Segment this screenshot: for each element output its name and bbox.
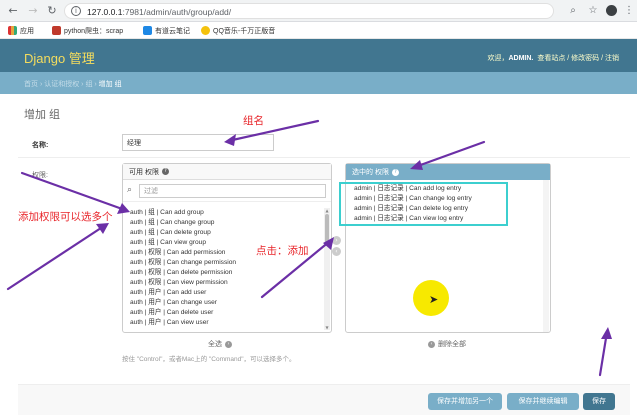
site-brand[interactable]: Django 管理 [24, 48, 95, 67]
forward-icon[interactable]: → [26, 4, 40, 18]
annotation-group-name: 组名 [243, 115, 264, 127]
choose-all-link[interactable]: 全选 › [208, 339, 232, 349]
chosen-header: 选中的 权限 ? [346, 164, 550, 180]
annotation-click-add: 点击：添加 [256, 245, 309, 257]
cursor-icon: ➤ [429, 293, 439, 306]
info-icon[interactable]: i [71, 6, 81, 16]
menu-icon[interactable]: ⋮ [622, 4, 636, 18]
choose-all-label: 全选 [208, 341, 222, 348]
bookmark-favicon-icon [52, 26, 61, 35]
username: ADMIN. [508, 55, 534, 62]
list-item[interactable]: auth | 用户 | Can add user [125, 288, 327, 298]
apps-icon [8, 26, 17, 35]
list-item[interactable]: auth | 用户 | Can view user [125, 318, 327, 328]
filter-row: ⌕ 过滤 [123, 180, 331, 202]
available-title: 可用 权限 [129, 168, 159, 176]
available-options-list[interactable]: auth | 组 | Can add group auth | 组 | Can … [125, 208, 327, 330]
bookmark-favicon-icon [201, 26, 210, 35]
chosen-highlight-box [339, 182, 508, 226]
star-icon[interactable]: ☆ [586, 4, 600, 18]
search-icon: ⌕ [127, 185, 133, 195]
user-tools: 欢迎，ADMIN. 查看站点 / 修改密码 / 注销 [485, 53, 619, 63]
chosen-scrollbar[interactable] [543, 180, 549, 332]
help-icon[interactable]: ? [161, 168, 169, 175]
help-text: 按住 "Control"，或者Mac上的 "Command"，可以选择多个。 [122, 356, 296, 363]
chosen-title: 选中的 权限 [352, 169, 389, 176]
bookmark-qqmusic[interactable]: QQ音乐-千万正版音 [201, 25, 275, 36]
breadcrumb-trail[interactable]: 首页 › 认证和授权 › 组 › [24, 81, 99, 88]
list-item[interactable]: auth | 权限 | Can view permission [125, 278, 327, 288]
user-links[interactable]: 查看站点 / 修改密码 / 注销 [537, 55, 619, 62]
page-title: 增加 组 [24, 109, 61, 121]
back-icon[interactable]: ← [6, 4, 20, 18]
save-button[interactable]: 保存 [583, 393, 615, 410]
help-icon[interactable]: ? [391, 168, 399, 176]
annotation-add-multiple: 添加权限可以选多个 [18, 211, 113, 223]
save-add-another-button[interactable]: 保存并增加另一个 [428, 393, 502, 410]
bookmark-favicon-icon [143, 26, 152, 35]
remove-selected-icon[interactable]: ‹ [332, 247, 341, 256]
search-icon[interactable]: ⌕ [566, 4, 580, 18]
url-text: 127.0.0.1:7981/admin/auth/group/add/ [87, 7, 231, 17]
scroll-down-icon[interactable]: ▼ [324, 325, 330, 330]
bookmarks-bar: 应用 python爬虫：scrap 有道云笔记 QQ音乐-千万正版音 [0, 22, 637, 39]
list-item[interactable]: auth | 权限 | Can change permission [125, 258, 327, 268]
remove-all-link[interactable]: ‹ 删除全部 [428, 339, 466, 349]
list-item[interactable]: auth | 用户 | Can delete user [125, 308, 327, 318]
group-form: 名称: 经理 权限: 可用 权限 ? ⌕ 过滤 auth | 组 | Can a… [18, 125, 630, 377]
bookmark-youdao[interactable]: 有道云笔记 [143, 25, 190, 36]
bookmark-apps[interactable]: 应用 [8, 25, 34, 36]
breadcrumb-current: 增加 组 [98, 81, 122, 88]
list-item[interactable]: auth | 组 | Can add group [125, 208, 327, 218]
submit-row: 保存并增加另一个 保存并继续编辑 保存 [18, 384, 630, 415]
available-header: 可用 权限 ? [123, 164, 331, 180]
breadcrumb: 首页 › 认证和授权 › 组 › 增加 组 [0, 72, 637, 94]
bookmark-label: QQ音乐-千万正版音 [213, 27, 276, 35]
list-item[interactable]: auth | 组 | Can delete group [125, 228, 327, 238]
name-input[interactable]: 经理 [122, 134, 274, 151]
bookmark-label: 有道云笔记 [155, 27, 190, 35]
breadcrumb-text: 首页 › 认证和授权 › 组 › 增加 组 [24, 79, 122, 89]
remove-all-icon: ‹ [428, 340, 435, 348]
bookmark-label: python爬虫：scrap [64, 27, 124, 35]
add-selected-icon[interactable]: › [332, 236, 341, 245]
url-host: 127.0.0.1 [87, 7, 123, 17]
save-continue-button[interactable]: 保存并继续编辑 [507, 393, 579, 410]
list-item[interactable]: auth | 组 | Can change group [125, 218, 327, 228]
reload-icon[interactable]: ↻ [45, 4, 59, 18]
choose-all-icon: › [225, 340, 232, 348]
filter-input[interactable]: 过滤 [139, 184, 326, 198]
name-row: 名称: 经理 [18, 130, 630, 158]
bookmark-python[interactable]: python爬虫：scrap [52, 25, 123, 36]
scroll-thumb[interactable] [325, 214, 329, 246]
scroll-up-icon[interactable]: ▲ [324, 208, 330, 213]
remove-all-label: 删除全部 [438, 341, 466, 348]
welcome-text: 欢迎， [487, 55, 509, 62]
admin-header: Django 管理 欢迎，ADMIN. 查看站点 / 修改密码 / 注销 [0, 39, 637, 72]
address-bar[interactable]: i 127.0.0.1:7981/admin/auth/group/add/ [64, 3, 554, 19]
browser-toolbar: ← → ↻ i 127.0.0.1:7981/admin/auth/group/… [0, 0, 637, 22]
available-scrollbar[interactable]: ▲ ▼ [324, 208, 330, 330]
bookmark-label: 应用 [20, 27, 34, 35]
name-label: 名称: [32, 142, 49, 149]
list-item[interactable]: auth | 权限 | Can delete permission [125, 268, 327, 278]
url-path: :7981/admin/auth/group/add/ [122, 7, 232, 17]
permissions-label: 权限: [32, 172, 48, 179]
profile-avatar[interactable] [606, 5, 617, 16]
list-item[interactable]: auth | 用户 | Can change user [125, 298, 327, 308]
